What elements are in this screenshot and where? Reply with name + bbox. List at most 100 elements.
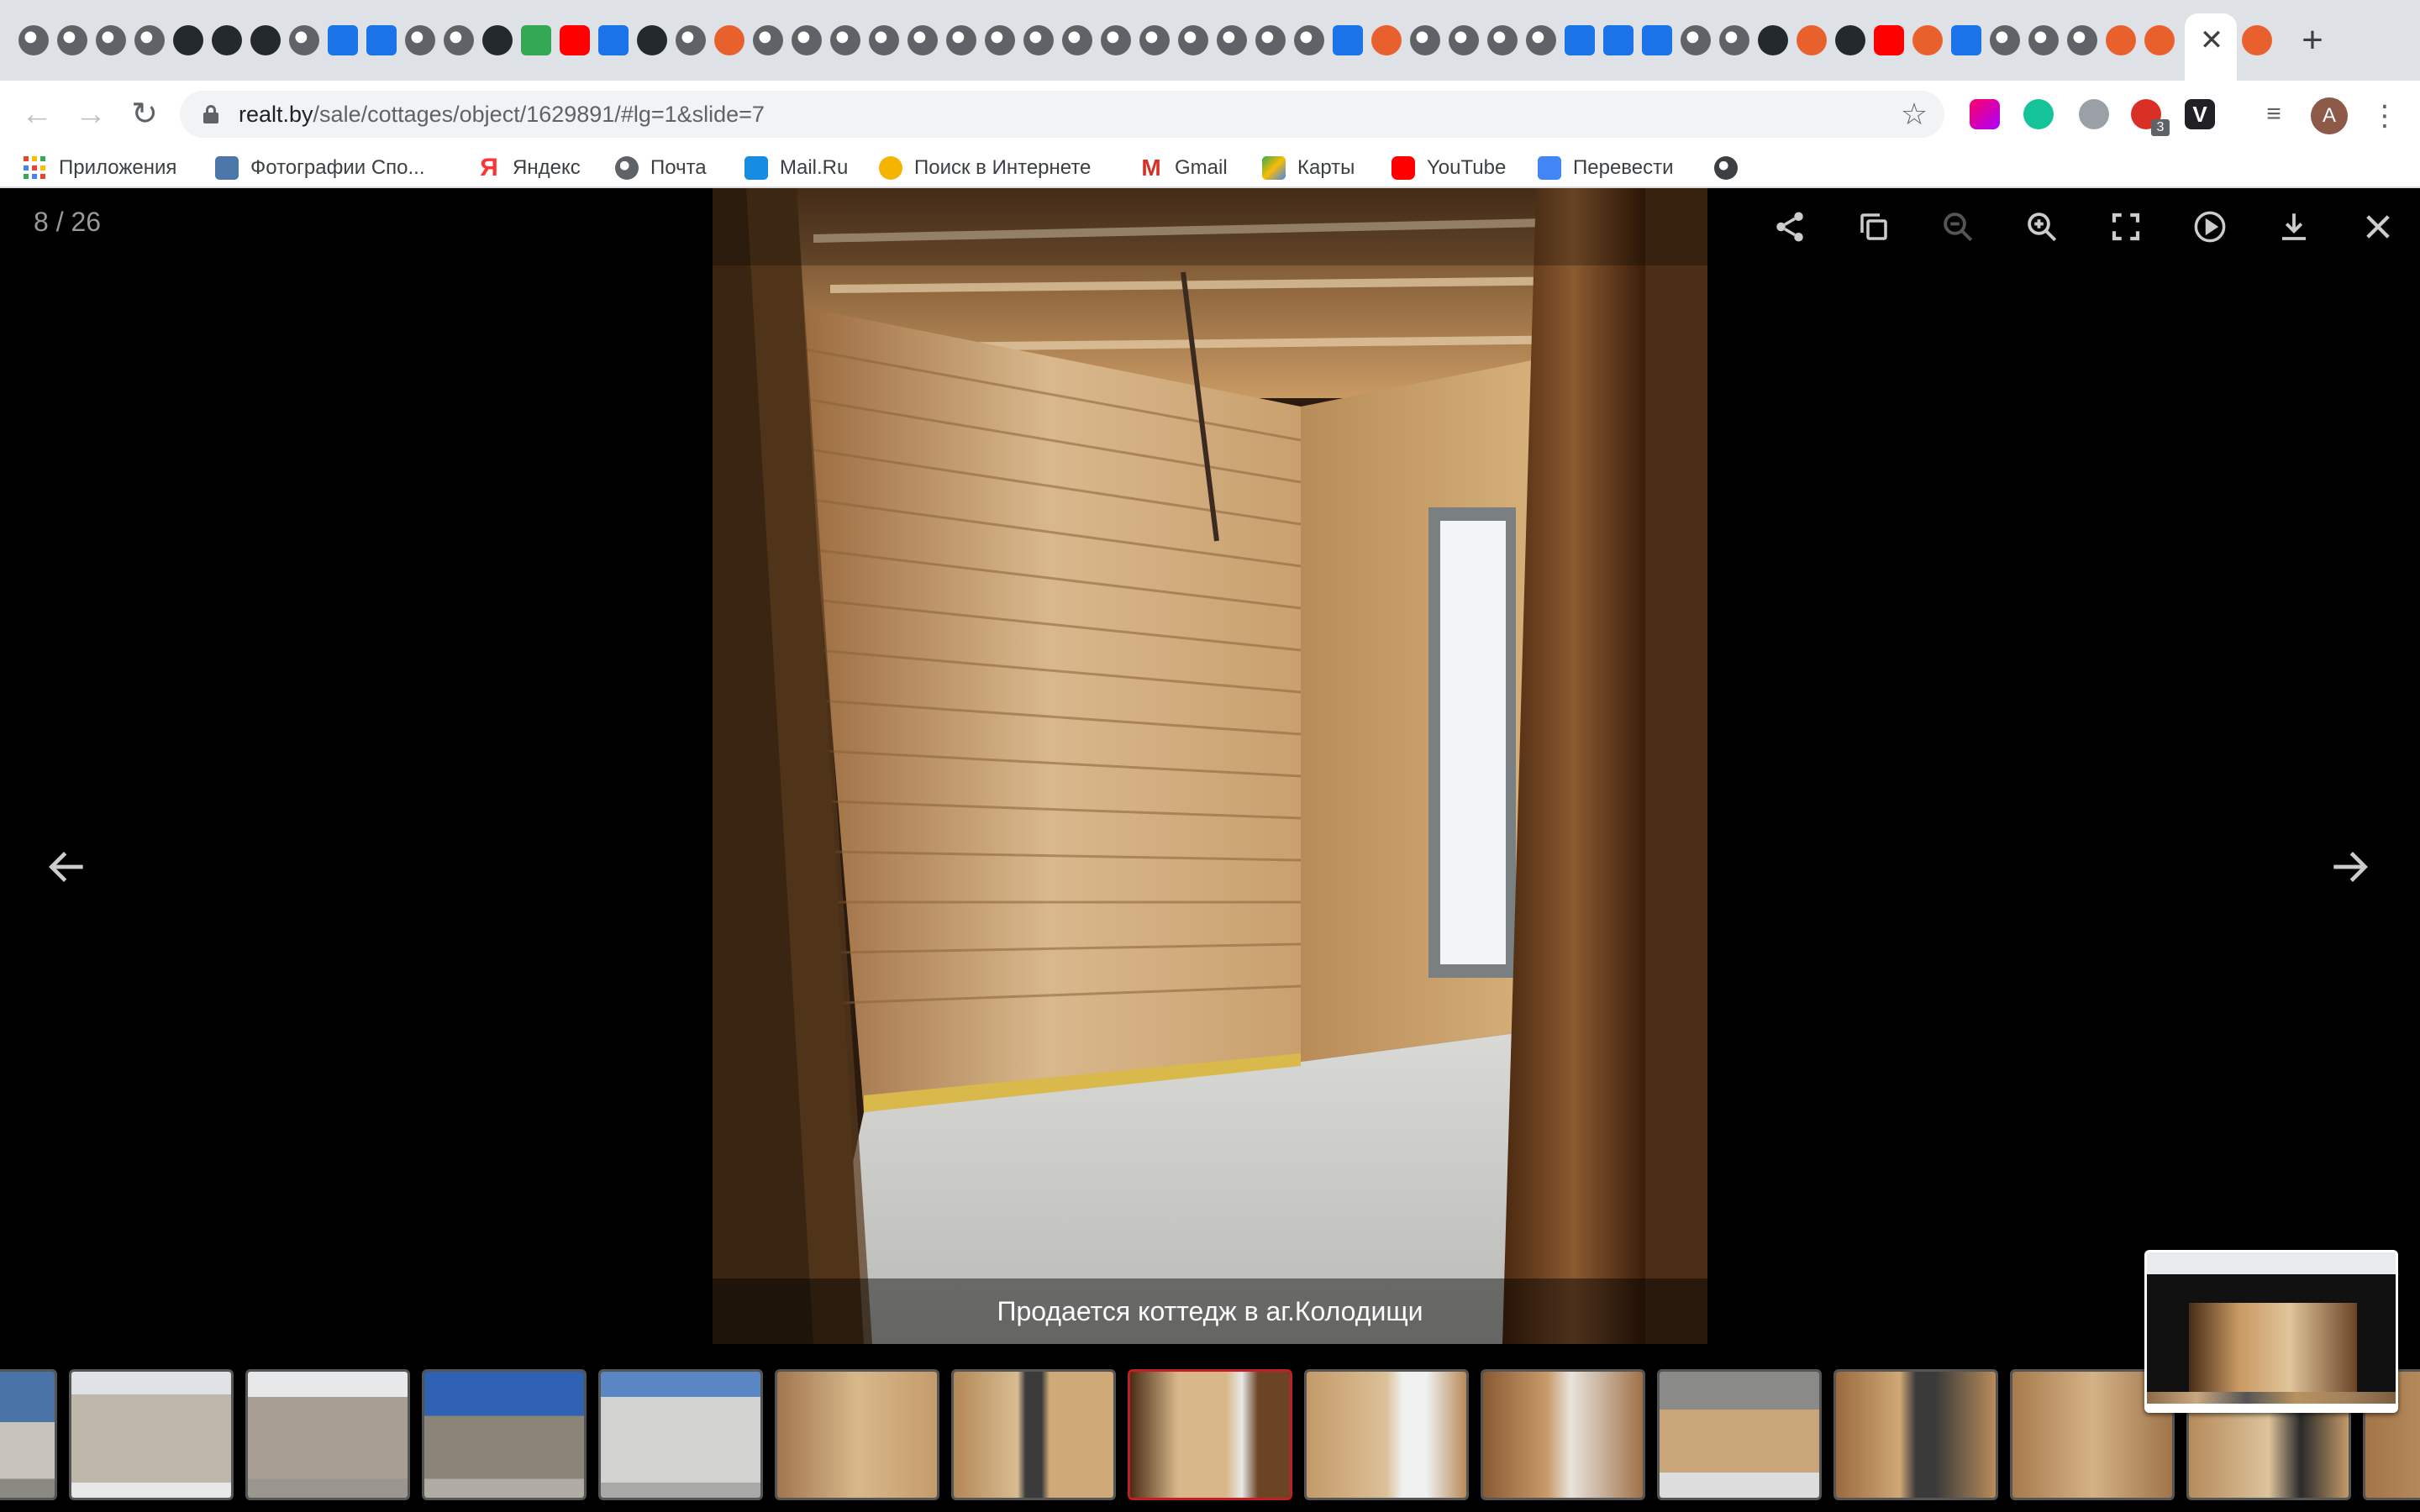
tab-favicon[interactable] bbox=[1217, 25, 1247, 55]
grammarly-icon[interactable] bbox=[2023, 99, 2054, 129]
tab-favicon[interactable] bbox=[1681, 25, 1711, 55]
tab-favicon[interactable] bbox=[985, 25, 1015, 55]
zoom-in-icon[interactable] bbox=[2018, 203, 2065, 250]
bookmark-pochta[interactable]: Почта bbox=[615, 153, 707, 183]
tab-favicon[interactable] bbox=[1912, 25, 1943, 55]
thumbnail[interactable] bbox=[422, 1369, 587, 1500]
tab-favicon[interactable] bbox=[1178, 25, 1208, 55]
bookmark-gmail[interactable]: M Gmail bbox=[1139, 153, 1227, 183]
tab-favicon[interactable] bbox=[482, 25, 513, 55]
tab-favicon[interactable] bbox=[1371, 25, 1402, 55]
tab-favicon[interactable] bbox=[1758, 25, 1788, 55]
v-extension-icon[interactable]: V bbox=[2185, 99, 2215, 129]
tab-favicon[interactable] bbox=[830, 25, 860, 55]
share-icon[interactable] bbox=[1766, 203, 1813, 250]
thumbnail[interactable] bbox=[1833, 1369, 1998, 1500]
tab-favicon[interactable] bbox=[18, 25, 49, 55]
tab-favicon[interactable] bbox=[289, 25, 319, 55]
tab-favicon[interactable] bbox=[1990, 25, 2020, 55]
tab-favicon[interactable] bbox=[1642, 25, 1672, 55]
media-controls-icon[interactable]: ≡ bbox=[2259, 99, 2289, 129]
bookmark-vk[interactable]: Фотографии Спо... bbox=[215, 153, 425, 183]
bookmark-apps[interactable]: Приложения bbox=[24, 153, 176, 183]
close-icon[interactable] bbox=[2354, 203, 2402, 250]
tab-favicon[interactable] bbox=[1333, 25, 1363, 55]
tab-close-icon[interactable]: ✕ bbox=[2196, 24, 2227, 57]
tab-favicon[interactable] bbox=[1526, 25, 1556, 55]
forward-arrow-icon[interactable]: → bbox=[71, 94, 111, 134]
tab-favicon[interactable] bbox=[96, 25, 126, 55]
copy-icon[interactable] bbox=[1850, 203, 1897, 250]
tab-favicon[interactable] bbox=[1487, 25, 1518, 55]
tab-favicon[interactable] bbox=[1062, 25, 1092, 55]
bookmark-search[interactable]: Поиск в Интернете bbox=[879, 153, 1091, 183]
thumbnail[interactable] bbox=[598, 1369, 763, 1500]
thumbnail[interactable] bbox=[0, 1369, 57, 1500]
bookmark-yandex[interactable]: Я Яндекс bbox=[477, 153, 581, 183]
tab-favicon[interactable] bbox=[212, 25, 242, 55]
tab-favicon[interactable] bbox=[1603, 25, 1634, 55]
zoom-out-icon[interactable] bbox=[1934, 203, 1981, 250]
bookmark-star-icon[interactable]: ☆ bbox=[1896, 96, 1933, 133]
tab-favicon[interactable] bbox=[250, 25, 281, 55]
tab-favicon[interactable] bbox=[1294, 25, 1324, 55]
thumbnail-active[interactable] bbox=[1128, 1369, 1292, 1500]
profile-avatar[interactable]: A bbox=[2311, 97, 2348, 134]
tab-favicon[interactable] bbox=[328, 25, 358, 55]
tab-favicon[interactable] bbox=[1449, 25, 1479, 55]
tab-favicon[interactable] bbox=[1139, 25, 1170, 55]
back-arrow-icon[interactable]: ← bbox=[17, 94, 57, 134]
tab-favicon[interactable] bbox=[869, 25, 899, 55]
address-bar[interactable]: realt.by/sale/cottages/object/1629891/#l… bbox=[180, 91, 1944, 138]
tab-favicon[interactable] bbox=[57, 25, 87, 55]
tab-favicon[interactable] bbox=[1835, 25, 1865, 55]
extension-gradient-icon[interactable] bbox=[1970, 99, 2000, 129]
bookmark-globe[interactable] bbox=[1714, 153, 1738, 183]
thumbnail[interactable] bbox=[69, 1369, 234, 1500]
chrome-menu-icon[interactable]: ⋮ bbox=[2368, 97, 2402, 134]
tab-favicon[interactable] bbox=[1023, 25, 1054, 55]
prev-arrow-icon[interactable] bbox=[34, 833, 101, 900]
tab-favicon[interactable] bbox=[134, 25, 165, 55]
tab-favicon[interactable] bbox=[946, 25, 976, 55]
bookmark-youtube[interactable]: YouTube bbox=[1392, 153, 1506, 183]
fullscreen-icon[interactable] bbox=[2102, 203, 2149, 250]
thumbnail[interactable] bbox=[1657, 1369, 1822, 1500]
tab-favicon[interactable] bbox=[1719, 25, 1749, 55]
tab-favicon[interactable] bbox=[1410, 25, 1440, 55]
tab-favicon[interactable] bbox=[2106, 25, 2136, 55]
tab-favicon[interactable] bbox=[1101, 25, 1131, 55]
thumbnail[interactable] bbox=[1304, 1369, 1469, 1500]
tab-favicon[interactable] bbox=[2028, 25, 2059, 55]
tab-favicon[interactable] bbox=[173, 25, 203, 55]
tab-favicon[interactable] bbox=[714, 25, 744, 55]
tab-favicon[interactable] bbox=[1874, 25, 1904, 55]
tab-favicon[interactable] bbox=[792, 25, 822, 55]
tab-favicon[interactable] bbox=[676, 25, 706, 55]
play-icon[interactable] bbox=[2186, 203, 2233, 250]
tab-favicon[interactable] bbox=[405, 25, 435, 55]
tab-favicon[interactable] bbox=[637, 25, 667, 55]
thumbnail[interactable] bbox=[775, 1369, 939, 1500]
bookmark-translate[interactable]: Перевести bbox=[1538, 153, 1674, 183]
tab-favicon[interactable] bbox=[444, 25, 474, 55]
next-arrow-icon[interactable] bbox=[2316, 833, 2383, 900]
tab-favicon[interactable] bbox=[1565, 25, 1595, 55]
tab-favicon[interactable] bbox=[521, 25, 551, 55]
new-tab-button[interactable]: + bbox=[2296, 22, 2329, 59]
bookmark-mailru[interactable]: Mail.Ru bbox=[744, 153, 848, 183]
tab-favicon[interactable] bbox=[366, 25, 397, 55]
download-icon[interactable] bbox=[2270, 203, 2317, 250]
tab-favicon[interactable] bbox=[1255, 25, 1286, 55]
tab-favicon[interactable] bbox=[2144, 25, 2175, 55]
tab-favicon[interactable] bbox=[2242, 25, 2272, 55]
tab-favicon[interactable] bbox=[753, 25, 783, 55]
tab-favicon[interactable] bbox=[598, 25, 629, 55]
url-text[interactable]: realt.by/sale/cottages/object/1629891/#l… bbox=[239, 91, 765, 138]
bookmark-maps[interactable]: Карты bbox=[1262, 153, 1355, 183]
reload-icon[interactable]: ↻ bbox=[124, 94, 165, 134]
tab-favicon[interactable] bbox=[1951, 25, 1981, 55]
tab-favicon[interactable] bbox=[2067, 25, 2097, 55]
tab-favicon[interactable] bbox=[1797, 25, 1827, 55]
tab-favicon[interactable] bbox=[908, 25, 938, 55]
